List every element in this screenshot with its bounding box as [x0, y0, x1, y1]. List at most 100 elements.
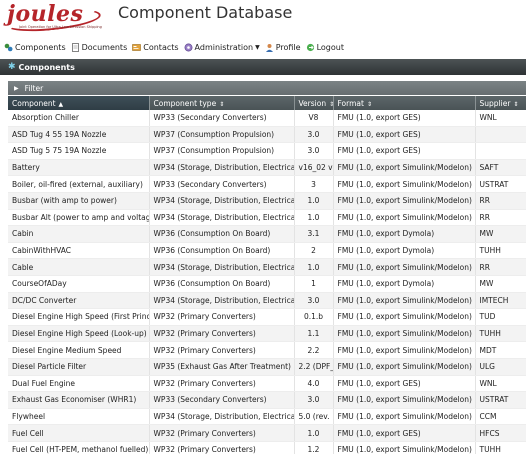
cell-supplier: MW	[475, 275, 526, 293]
cell-component: Diesel Particle Filter	[8, 358, 150, 376]
cell-component-type: WP33 (Secondary Converters)	[149, 175, 295, 193]
cell-component-type: WP32 (Primary Converters)	[149, 375, 295, 393]
nav-logout-label: Logout	[316, 42, 344, 52]
table-row[interactable]: ASD Tug 4 55 19A Nozzle WP37 (Consumption…	[8, 126, 526, 144]
cell-supplier: WNL	[475, 375, 526, 393]
cell-version: 1.0	[294, 192, 334, 210]
nav-components[interactable]: Components	[4, 43, 66, 52]
cell-component-type: WP34 (Storage, Distribution, Electrical)	[149, 209, 295, 227]
components-icon	[4, 43, 13, 52]
cell-component: Diesel Engine High Speed (Look-up)	[8, 325, 150, 343]
table-row[interactable]: ASD Tug 5 75 19A Nozzle WP37 (Consumption…	[8, 142, 526, 160]
administration-icon	[184, 43, 193, 52]
table-row[interactable]: Diesel Engine High Speed (First Principl…	[8, 308, 526, 326]
table-row[interactable]: Fuel Cell WP32 (Primary Converters) 1.0 FMU…	[8, 424, 526, 442]
cell-supplier: TUHH	[475, 441, 526, 454]
table-row[interactable]: Busbar (with amp to power) WP34 (Storage,…	[8, 192, 526, 210]
cell-version: 3.0	[294, 126, 334, 144]
cell-component-type: WP32 (Primary Converters)	[149, 325, 295, 343]
table-row[interactable]: Cable WP34 (Storage, Distribution, Electr…	[8, 258, 526, 276]
cell-supplier: MW	[475, 225, 526, 243]
cell-component: Diesel Engine High Speed (First Principl…	[8, 308, 150, 326]
cell-format: FMU (1.0, export Simulink/Modelon)	[333, 408, 476, 426]
cell-format: FMU (1.0, export Simulink/Modelon)	[333, 441, 476, 454]
cell-component: CabinWithHVAC	[8, 242, 150, 260]
column-label: Component type	[153, 98, 217, 108]
cell-version: v16_02 v	[294, 159, 334, 177]
nav-contacts-label: Contacts	[143, 42, 179, 52]
app-header: joules Joint Operation for Ultra Low Emi…	[0, 0, 526, 35]
cell-component: Cable	[8, 258, 150, 276]
cell-supplier	[475, 142, 526, 160]
nav-contacts[interactable]: Contacts	[132, 42, 179, 52]
cell-component: Absorption Chiller	[8, 110, 150, 127]
documents-icon	[71, 42, 80, 52]
cell-version: 2	[294, 242, 334, 260]
cell-version: 3	[294, 175, 334, 193]
cell-format: FMU (1.0, export Dymola)	[333, 225, 476, 243]
cell-component: ASD Tug 5 75 19A Nozzle	[8, 142, 150, 160]
column-header-version[interactable]: Version⇕	[294, 96, 334, 110]
nav-profile-label: Profile	[275, 42, 301, 52]
table-header-row: Component▲ Component type⇕ Version⇕ Form…	[8, 96, 526, 110]
filter-toggle[interactable]: ▶ Filter	[8, 81, 526, 95]
column-header-supplier[interactable]: Supplier ⇕	[475, 96, 526, 110]
cell-supplier	[475, 126, 526, 144]
chevron-right-icon: ▶	[14, 84, 19, 92]
cell-component-type: WP37 (Consumption Propulsion)	[149, 142, 295, 160]
table-row[interactable]: Dual Fuel Engine WP32 (Primary Converters…	[8, 375, 526, 393]
table-row[interactable]: Diesel Engine Medium Speed WP32 (Primary …	[8, 341, 526, 359]
column-label: Supplier	[479, 98, 511, 108]
table-row[interactable]: Absorption Chiller WP33 (Secondary Conver…	[8, 110, 526, 127]
cell-component: Busbar (with amp to power)	[8, 192, 150, 210]
column-header-component-type[interactable]: Component type ⇕	[149, 96, 295, 110]
cell-component-type: WP32 (Primary Converters)	[149, 424, 295, 442]
nav-profile[interactable]: Profile	[265, 43, 301, 52]
cell-supplier: RR	[475, 258, 526, 276]
table-row[interactable]: Diesel Particle Filter WP35 (Exhaust Gas …	[8, 358, 526, 376]
cell-version: 1.0	[294, 424, 334, 442]
column-header-component[interactable]: Component ▲	[8, 96, 150, 110]
page-title: Component Database	[118, 3, 293, 22]
cell-supplier: TUHH	[475, 242, 526, 260]
table-row[interactable]: Battery WP34 (Storage, Distribution, Elec…	[8, 159, 526, 177]
cell-supplier: TUD	[475, 308, 526, 326]
logo-text: joules	[7, 1, 84, 27]
cell-component-type: WP36 (Consumption On Board)	[149, 225, 295, 243]
table-row[interactable]: CabinWithHVAC WP36 (Consumption On Board)…	[8, 242, 526, 260]
cell-component-type: WP35 (Exhaust Gas After Treatment)	[149, 358, 295, 376]
column-label: Format	[337, 98, 364, 108]
cell-format: FMU (1.0, export Simulink/Modelon)	[333, 159, 476, 177]
column-header-format[interactable]: Format ⇕	[333, 96, 476, 110]
section-title: Components	[18, 62, 75, 72]
chevron-down-icon: ▼	[255, 43, 260, 51]
cell-version: 3.1	[294, 225, 334, 243]
table-row[interactable]: DC/DC Converter WP34 (Storage, Distributi…	[8, 292, 526, 310]
nav-documents[interactable]: Documents	[71, 42, 127, 52]
logout-icon	[306, 43, 315, 52]
table-row[interactable]: Busbar Alt (power to amp and voltage) WP3…	[8, 209, 526, 227]
cell-format: FMU (1.0, export Simulink/Modelon)	[333, 358, 476, 376]
cell-component: Fuel Cell	[8, 424, 150, 442]
joules-logo[interactable]: joules Joint Operation for Ultra Low Emi…	[4, 1, 102, 35]
cell-component: Cabin	[8, 225, 150, 243]
table-row[interactable]: CourseOfADay WP36 (Consumption On Board) 1…	[8, 275, 526, 293]
cell-version: 3.0	[294, 142, 334, 160]
sort-ascending-icon: ▲	[58, 100, 64, 108]
table-row[interactable]: Cabin WP36 (Consumption On Board) 3.1 FMU (…	[8, 225, 526, 243]
table-row[interactable]: Flywheel WP34 (Storage, Distribution, Ele…	[8, 408, 526, 426]
cell-component-type: WP34 (Storage, Distribution, Electrical)	[149, 159, 295, 177]
components-section-icon: ✱	[8, 62, 16, 72]
logo-subtitle: Joint Operation for Ultra Low Emission S…	[19, 25, 102, 29]
table-row[interactable]: Diesel Engine High Speed (Look-up) WP32 (…	[8, 325, 526, 343]
cell-component-type: WP33 (Secondary Converters)	[149, 110, 295, 127]
table-row[interactable]: Exhaust Gas Economiser (WHR1) WP33 (Secon…	[8, 391, 526, 409]
table-row[interactable]: Boiler, oil-fired (external, auxiliary) W…	[8, 175, 526, 193]
cell-component: DC/DC Converter	[8, 292, 150, 310]
cell-version: 3.0	[294, 391, 334, 409]
cell-version: 1.2	[294, 441, 334, 454]
nav-components-label: Components	[15, 42, 66, 52]
nav-logout[interactable]: Logout	[306, 43, 344, 52]
nav-administration[interactable]: Administration ▼	[184, 43, 260, 52]
table-row[interactable]: Fuel Cell (HT-PEM, methanol fuelled) WP32…	[8, 441, 526, 454]
